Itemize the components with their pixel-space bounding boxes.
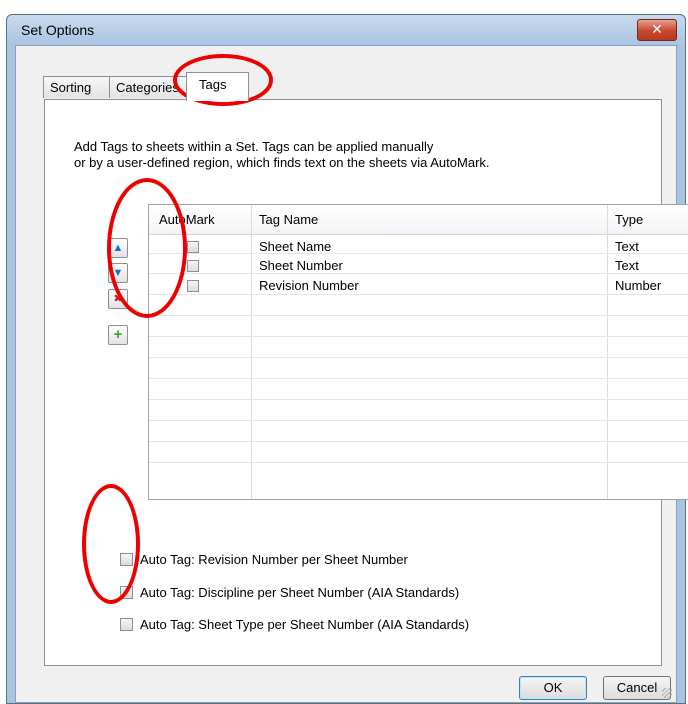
row-divider (149, 462, 688, 463)
delete-tag-button[interactable]: ✖ (108, 289, 128, 309)
cancel-button[interactable]: Cancel (603, 676, 671, 700)
auto-tag-label: Auto Tag: Sheet Type per Sheet Number (A… (140, 617, 470, 632)
tags-description: Add Tags to sheets within a Set. Tags ca… (74, 139, 490, 171)
column-header-automark[interactable]: AutoMark (159, 212, 215, 227)
type-cell: Text (615, 258, 639, 273)
window-title: Set Options (21, 22, 95, 38)
row-divider (149, 253, 688, 254)
row-divider (149, 336, 688, 337)
tag-name-cell: Revision Number (259, 278, 359, 293)
row-divider (149, 294, 688, 295)
tab-sorting[interactable]: Sorting (43, 76, 110, 98)
delete-x-icon: ✖ (113, 293, 123, 305)
column-header-type[interactable]: Type (615, 212, 643, 227)
automark-checkbox[interactable] (187, 280, 199, 292)
type-cell: Text (615, 239, 639, 254)
row-divider (149, 378, 688, 379)
checkbox[interactable] (120, 553, 133, 566)
tags-grid[interactable]: AutoMark Tag Name Type Sheet Name Text S… (148, 204, 688, 500)
description-line-2: or by a user-defined region, which finds… (74, 155, 490, 170)
auto-tag-label: Auto Tag: Revision Number per Sheet Numb… (140, 552, 408, 567)
ok-button[interactable]: OK (519, 676, 587, 700)
resize-grip[interactable] (662, 688, 672, 698)
tags-panel: Add Tags to sheets within a Set. Tags ca… (44, 99, 688, 666)
tab-label: Categories (116, 80, 179, 95)
tab-tags[interactable]: Tags (186, 72, 249, 101)
row-divider (149, 273, 688, 274)
add-plus-icon: + (113, 326, 123, 343)
tab-label: Tags (199, 77, 227, 92)
close-button[interactable]: ✕ (637, 19, 677, 41)
row-divider (149, 357, 688, 358)
row-divider (149, 315, 688, 316)
tab-categories[interactable]: Categories (109, 76, 189, 98)
auto-tag-label: Auto Tag: Discipline per Sheet Number (A… (140, 585, 460, 600)
row-divider (149, 420, 688, 421)
automark-checkbox[interactable] (187, 260, 199, 272)
tag-name-cell: Sheet Name (259, 239, 332, 254)
add-tag-button[interactable]: + (108, 325, 128, 345)
close-icon: ✕ (651, 21, 663, 37)
move-down-button[interactable]: ▼ (108, 263, 128, 283)
type-cell: Number (615, 278, 662, 293)
row-divider (149, 441, 688, 442)
column-divider (251, 205, 252, 499)
checkbox[interactable] (120, 586, 133, 599)
tag-name-cell: Sheet Number (259, 258, 343, 273)
move-up-button[interactable]: ▲ (108, 238, 128, 258)
row-divider (149, 399, 688, 400)
column-divider (607, 205, 608, 499)
arrow-up-icon: ▲ (112, 242, 124, 254)
tab-label: Sorting (50, 80, 92, 95)
dialog-body: Sorting Categories Tags Add Tags to shee… (15, 45, 688, 703)
automark-checkbox[interactable] (187, 241, 199, 253)
column-header-tag-name[interactable]: Tag Name (259, 212, 318, 227)
title-bar[interactable]: Set Options ✕ (7, 15, 685, 45)
set-options-dialog: Set Options ✕ Sorting Categories Tags Ad… (6, 14, 688, 704)
arrow-down-icon: ▼ (112, 267, 124, 279)
description-line-1: Add Tags to sheets within a Set. Tags ca… (74, 139, 434, 154)
checkbox[interactable] (120, 618, 133, 631)
